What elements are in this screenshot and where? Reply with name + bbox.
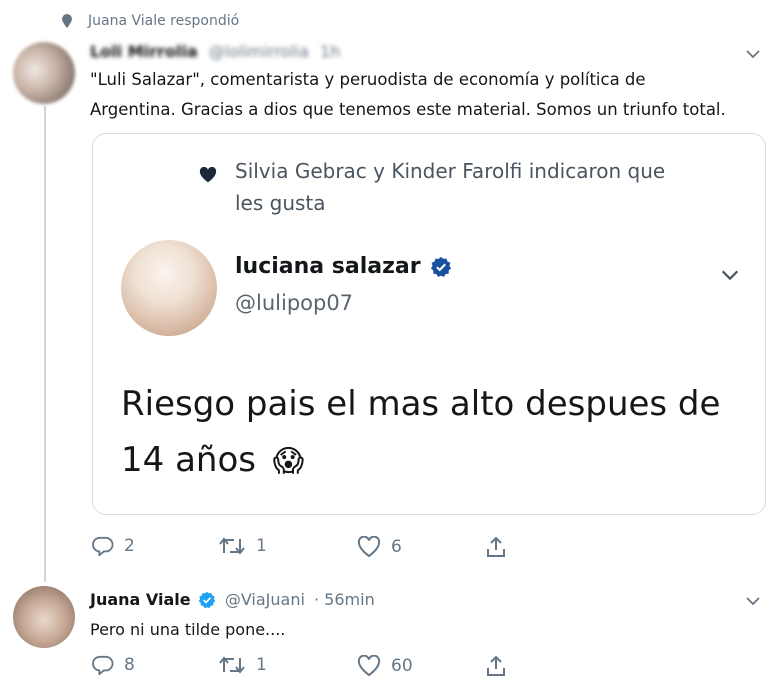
share-button[interactable]	[485, 536, 507, 558]
reply-dot-icon	[62, 14, 72, 28]
quoted-text-line-1: Riesgo pais el mas alto despues de	[121, 384, 721, 424]
quoted-chevron-down-icon[interactable]	[719, 264, 741, 286]
retweet-button[interactable]: 1	[218, 655, 267, 675]
share-icon	[487, 536, 505, 557]
share-icon	[487, 655, 505, 676]
quoted-handle[interactable]: @lulipop07	[235, 291, 353, 315]
quoted-display-name[interactable]: luciana salazar	[235, 254, 421, 279]
retweet-icon	[219, 656, 245, 674]
tweet-1-handle[interactable]: @lolimirrolia	[209, 42, 309, 61]
like-button[interactable]: 6	[357, 536, 402, 558]
avatar[interactable]	[13, 42, 75, 104]
quoted-author-name-row[interactable]: luciana salazar	[235, 254, 452, 279]
like-icon	[357, 655, 381, 677]
quoted-text-line-2-wrap: 14 años 😱	[121, 440, 304, 480]
quoted-text-line-2: 14 años	[121, 440, 256, 480]
chevron-down-icon[interactable]	[744, 592, 762, 610]
reply-button[interactable]: 2	[92, 536, 135, 556]
reply-button[interactable]: 8	[92, 655, 135, 675]
tweet-1-time[interactable]: 1h	[320, 42, 340, 61]
tweet-2-author-row[interactable]: Juana Viale @ViaJuani · 56min	[90, 589, 375, 609]
verified-icon	[198, 591, 215, 608]
tweet-1-text-line-1: "Luli Salazar", comentarista y peruodist…	[90, 70, 646, 89]
quoted-tweet-card[interactable]: Silvia Gebrac y Kinder Farolfi indicaron…	[92, 133, 766, 515]
quoted-avatar[interactable]	[121, 240, 217, 336]
share-button[interactable]	[485, 655, 507, 677]
like-button[interactable]: 60	[357, 655, 413, 677]
retweet-button[interactable]: 1	[218, 536, 267, 556]
screaming-emoji: 😱	[272, 444, 305, 479]
tweet-2-text: Pero ni una tilde pone....	[90, 620, 286, 639]
like-count: 60	[391, 656, 413, 676]
reply-context-text: Juana Viale respondió	[88, 13, 240, 29]
liked-by-line-2: les gusta	[235, 191, 326, 215]
reply-count: 8	[124, 655, 135, 675]
retweet-count: 1	[256, 655, 267, 675]
retweet-count: 1	[256, 536, 267, 556]
tweet-1-text-line-2: Argentina. Gracias a dios que tenemos es…	[90, 100, 726, 119]
thread-line	[44, 106, 46, 582]
avatar[interactable]	[13, 586, 75, 648]
tweet-1-display-name[interactable]: Loli Mirrolia	[90, 42, 198, 61]
tweet-2-display-name[interactable]: Juana Viale	[90, 590, 191, 609]
retweet-icon	[219, 537, 245, 555]
heart-small-icon	[199, 167, 217, 183]
liked-by-line-1: Silvia Gebrac y Kinder Farolfi indicaron…	[235, 159, 666, 183]
tweet-2-time[interactable]: · 56min	[314, 590, 375, 609]
chevron-down-icon[interactable]	[744, 45, 762, 63]
tweet-2-handle[interactable]: @ViaJuani	[225, 590, 305, 609]
like-icon	[357, 536, 381, 558]
verified-icon	[430, 256, 451, 277]
like-count: 6	[391, 537, 402, 557]
tweet-1-author-row[interactable]: Loli Mirrolia @lolimirrolia 1h	[90, 42, 340, 61]
reply-count: 2	[124, 536, 135, 556]
reply-icon	[92, 655, 114, 675]
reply-icon	[92, 536, 114, 556]
